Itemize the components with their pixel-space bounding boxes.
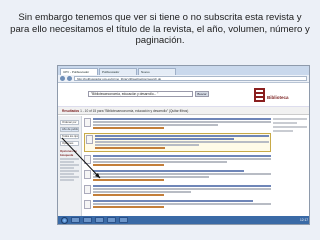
browser-screenshot: UPV - Polibuscador Polibuscador Nuevo ht… [57, 65, 310, 225]
results-list [84, 118, 271, 224]
slide-caption: Sin embargo tenemos que ver si tiene o n… [10, 12, 310, 46]
list-item[interactable] [84, 170, 271, 182]
document-icon [86, 135, 93, 144]
sort-select[interactable]: Ordenar por [60, 120, 79, 125]
url-input[interactable]: http://polibuscador.upv.es/primo_library… [74, 76, 307, 81]
address-bar: http://polibuscador.upv.es/primo_library… [58, 75, 309, 83]
search-input[interactable]: "Bibliotecaeconomía, educación y desarro… [88, 91, 193, 97]
start-button[interactable] [61, 216, 68, 224]
list-item[interactable] [84, 155, 271, 167]
explorer-icon[interactable] [71, 217, 80, 223]
browser-tab[interactable]: Nuevo [138, 68, 176, 75]
results-label: Resultados [62, 109, 80, 113]
library-logo[interactable]: Biblioteca [253, 86, 295, 104]
browser-icon[interactable] [83, 217, 92, 223]
type-filter[interactable]: Todos los tipos [60, 134, 79, 139]
facet-line[interactable] [60, 158, 79, 160]
powerpoint-icon[interactable] [119, 217, 128, 223]
document-icon [84, 185, 91, 194]
browser-tabbar: UPV - Polibuscador Polibuscador Nuevo [58, 66, 309, 75]
search-button[interactable]: Buscar [195, 91, 209, 97]
facet-line[interactable] [60, 170, 79, 172]
list-item[interactable] [84, 185, 271, 197]
filter-sidebar: Ordenar por Año de publicación Todos los… [58, 116, 82, 224]
document-icon [84, 155, 91, 164]
facet-line[interactable] [60, 167, 74, 169]
right-column [273, 118, 307, 134]
facet-line[interactable] [60, 179, 74, 181]
word-icon[interactable] [107, 217, 116, 223]
back-icon[interactable] [60, 76, 65, 81]
logo-text: Biblioteca [267, 95, 289, 100]
taskbar-clock: 12:17 [300, 218, 308, 222]
year-filter[interactable]: Año de publicación [60, 127, 79, 132]
list-item-selected[interactable] [84, 133, 271, 152]
facet-line[interactable] [60, 173, 74, 175]
facet-line[interactable] [60, 161, 74, 163]
options-filter[interactable]: Opciones [60, 141, 79, 146]
list-item[interactable] [84, 118, 271, 130]
facet-line[interactable] [60, 164, 79, 166]
site-header: "Bibliotecaeconomía, educación y desarro… [58, 83, 309, 107]
results-summary: 1 - 10 of 15 para "Bibliotecaeconomía, e… [80, 109, 189, 113]
document-icon [84, 200, 91, 209]
browser-tab[interactable]: Polibuscador [99, 68, 137, 75]
sidebar-label: Opciones de búsqueda [60, 149, 77, 157]
search-row: "Bibliotecaeconomía, educación y desarro… [88, 91, 209, 97]
facet-line[interactable] [60, 176, 79, 178]
windows-taskbar: 12:17 [58, 216, 309, 224]
results-bar: Resultados 1 - 10 of 15 para "Biblioteca… [58, 107, 309, 115]
media-icon[interactable] [95, 217, 104, 223]
document-icon [84, 118, 91, 127]
list-item[interactable] [84, 200, 271, 209]
browser-tab[interactable]: UPV - Polibuscador [60, 68, 98, 75]
document-icon [84, 170, 91, 179]
forward-icon[interactable] [67, 76, 72, 81]
